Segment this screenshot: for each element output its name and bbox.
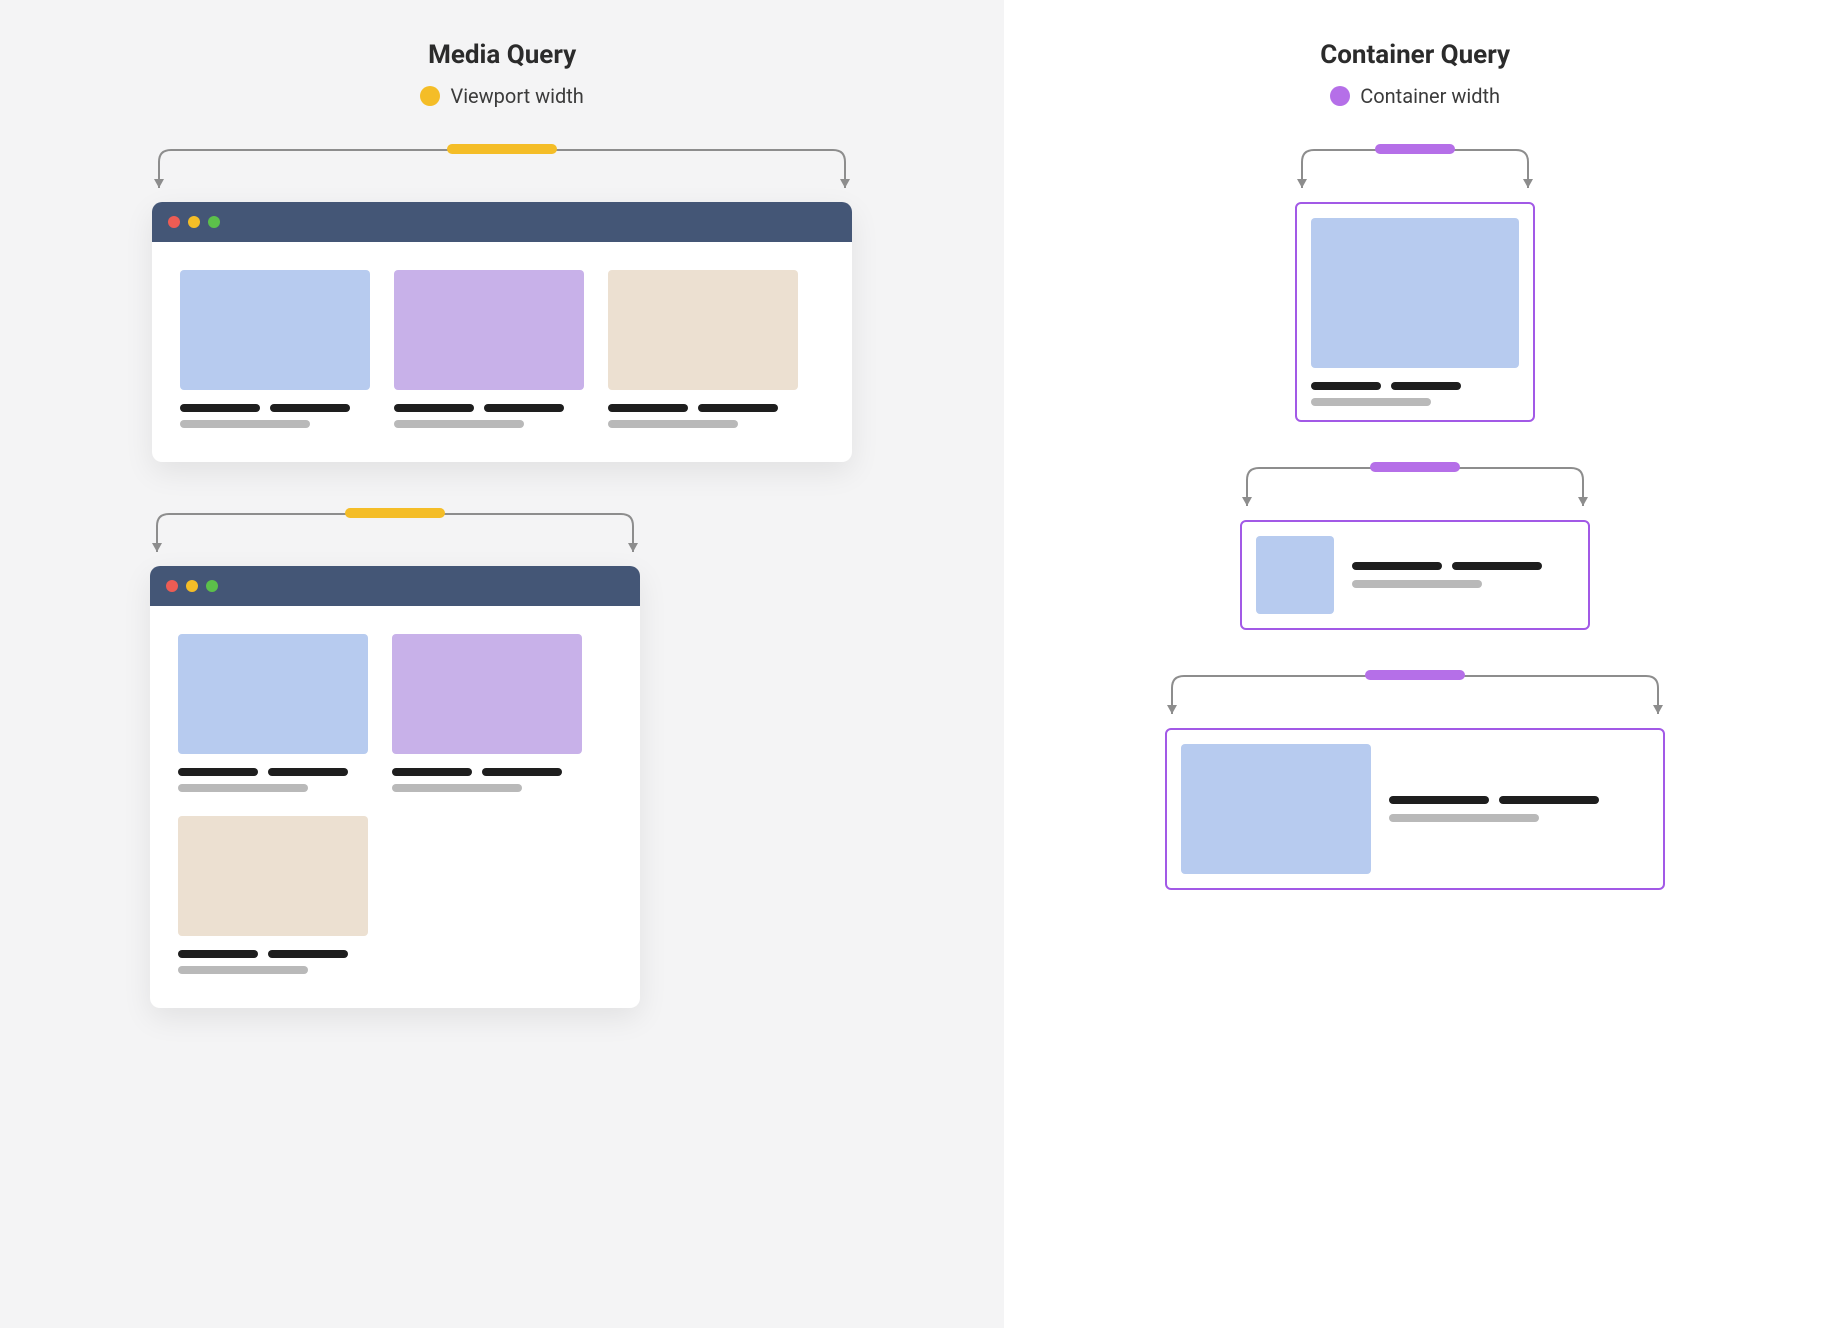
legend-dot-purple <box>1330 86 1350 106</box>
width-indicator-narrow <box>150 512 640 552</box>
card <box>178 634 368 792</box>
bracket-icon <box>150 512 640 556</box>
traffic-light-yellow <box>188 216 200 228</box>
browser-body <box>152 242 852 462</box>
card-thumb <box>1311 218 1519 368</box>
traffic-light-yellow <box>186 580 198 592</box>
traffic-light-red <box>168 216 180 228</box>
container-query-title: Container Query <box>1320 40 1510 70</box>
media-query-legend: Viewport width <box>420 84 583 108</box>
browser-wide <box>152 202 852 462</box>
pill-indicator <box>1365 670 1465 680</box>
card-text <box>1352 562 1542 588</box>
width-indicator-large <box>1165 674 1665 714</box>
traffic-light-green <box>208 216 220 228</box>
container-card-small <box>1295 202 1535 422</box>
media-query-panel: Media Query Viewport width <box>0 0 1004 1328</box>
pill-indicator <box>447 144 557 154</box>
container-medium-group <box>1240 466 1590 674</box>
traffic-light-red <box>166 580 178 592</box>
container-query-legend-label: Container width <box>1360 84 1500 108</box>
card-lines <box>394 404 584 428</box>
browser-titlebar <box>150 566 640 606</box>
card-thumb <box>1181 744 1371 874</box>
card-lines <box>608 404 798 428</box>
container-small-group <box>1295 148 1535 466</box>
width-indicator-wide <box>152 148 852 188</box>
container-card-large <box>1165 728 1665 890</box>
card-thumb-purple <box>392 634 582 754</box>
bracket-icon <box>1295 148 1535 192</box>
card <box>392 634 582 792</box>
card-thumb-purple <box>394 270 584 390</box>
card <box>608 270 798 428</box>
narrow-browser-group <box>150 512 640 1058</box>
container-query-panel: Container Query Container width <box>1004 0 1826 1328</box>
width-indicator-medium <box>1240 466 1590 506</box>
card-lines <box>180 404 370 428</box>
pill-indicator <box>1370 462 1460 472</box>
container-large-group <box>1165 674 1665 934</box>
legend-dot-yellow <box>420 86 440 106</box>
container-query-legend: Container width <box>1330 84 1500 108</box>
browser-titlebar <box>152 202 852 242</box>
card-text <box>1389 796 1599 822</box>
width-indicator-small <box>1295 148 1535 188</box>
media-query-title: Media Query <box>428 40 576 70</box>
bracket-icon <box>1165 674 1665 718</box>
wide-browser-group <box>152 148 852 512</box>
card-thumb-blue <box>180 270 370 390</box>
container-card-medium <box>1240 520 1590 630</box>
card <box>178 816 368 974</box>
browser-body <box>150 606 640 1008</box>
traffic-light-green <box>206 580 218 592</box>
bracket-icon <box>1240 466 1590 510</box>
card-thumb-blue <box>178 634 368 754</box>
card-thumb <box>1256 536 1334 614</box>
text-line <box>1311 382 1519 390</box>
media-query-legend-label: Viewport width <box>450 84 583 108</box>
pill-indicator <box>1375 144 1455 154</box>
card <box>180 270 370 428</box>
card-thumb-beige <box>608 270 798 390</box>
text-line <box>1311 398 1431 406</box>
bracket-icon <box>152 148 852 192</box>
browser-narrow <box>150 566 640 1008</box>
card-lines <box>178 768 368 792</box>
card-thumb-beige <box>178 816 368 936</box>
card-lines <box>392 768 582 792</box>
card-lines <box>178 950 368 974</box>
card <box>394 270 584 428</box>
pill-indicator <box>345 508 445 518</box>
